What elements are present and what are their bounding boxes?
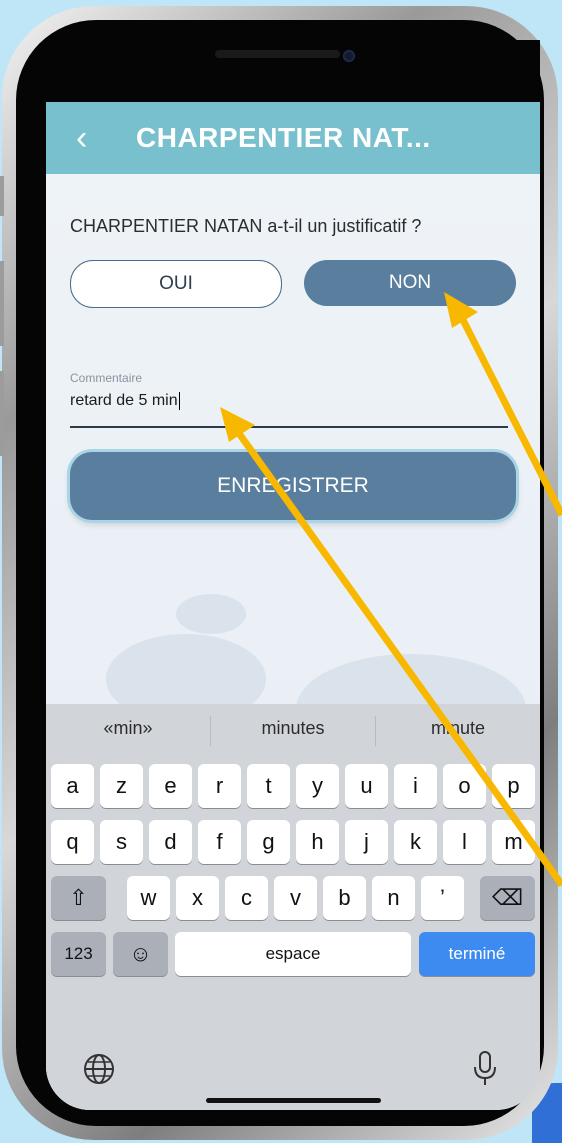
arrow-to-comment-field-icon xyxy=(220,407,562,888)
annotation-arrows xyxy=(220,292,562,888)
arrow-to-non-button-icon xyxy=(444,292,562,517)
